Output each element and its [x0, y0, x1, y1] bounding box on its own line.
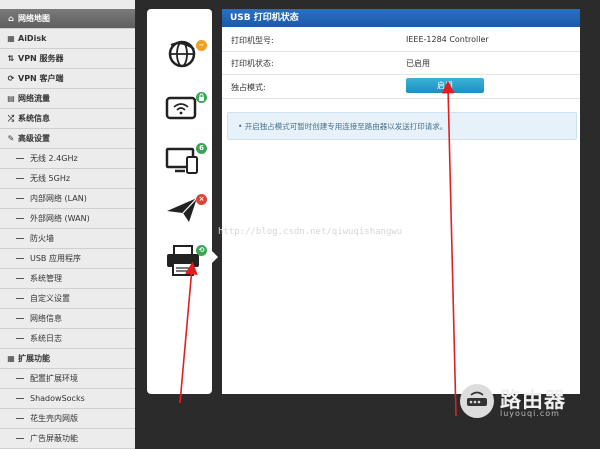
sidebar-item-label: 无线 5GHz	[30, 174, 71, 183]
vpn-server-icon: ⇅	[7, 54, 15, 63]
sidebar-item[interactable]: 自定义设置	[0, 289, 135, 309]
sidebar-item[interactable]: ⇅ VPN 服务器	[0, 49, 135, 69]
exclusive-mode-label: 独占模式:	[231, 83, 266, 92]
sidebar-item-label: AiDisk	[18, 34, 47, 43]
sidebar-item[interactable]: ⌂ 网络地图	[0, 9, 135, 29]
usb-error-badge: ×	[196, 194, 207, 205]
sidebar-item-label: 系统日志	[30, 334, 62, 343]
sidebar-menu: ⌂ 网络地图 ▦ AiDisk ⇅ VPN 服务器 ⟳ VPN 客户端 ▤ 网络流量 ⤮ 系统信息 ✎ 高…	[0, 0, 135, 449]
sidebar-item[interactable]: ▤ 网络流量	[0, 89, 135, 109]
selected-pointer	[211, 250, 218, 264]
sidebar-item-label: 防火墙	[30, 234, 54, 243]
submenu-dash	[16, 178, 24, 179]
sidebar-item-label: 广告屏蔽功能	[30, 434, 78, 443]
enable-exclusive-button[interactable]: 启用	[406, 78, 484, 93]
traffic-icon: ▤	[7, 94, 15, 103]
logo-subtext: luyouqi.com	[500, 409, 560, 418]
info-note: • 开启独占模式可暂时创建专用连接至路由器以发送打印请求。	[227, 112, 577, 140]
internet-globe-icon[interactable]	[165, 37, 199, 71]
sidebar-item-label: VPN 服务器	[18, 54, 64, 63]
sidebar-item[interactable]: ⤮ 系统信息	[0, 109, 135, 129]
sidebar-item-label: 系统管理	[30, 274, 62, 283]
submenu-dash	[16, 318, 24, 319]
printer-model-value: IEEE-1284 Controller	[406, 35, 489, 44]
submenu-dash	[16, 158, 24, 159]
printer-status-row: 打印机状态: 已启用	[222, 52, 580, 75]
printer-status-label: 打印机状态:	[231, 59, 274, 68]
sidebar-item[interactable]: 外部网络 (WAN)	[0, 209, 135, 229]
sidebar-item[interactable]: 内部网络 (LAN)	[0, 189, 135, 209]
submenu-dash	[16, 238, 24, 239]
sidebar-item[interactable]: ⟳ VPN 客户端	[0, 69, 135, 89]
sidebar-item[interactable]: USB 应用程序	[0, 249, 135, 269]
submenu-dash	[16, 278, 24, 279]
sidebar-item[interactable]: 系统管理	[0, 269, 135, 289]
sidebar-item-label: 配置扩展环境	[30, 374, 78, 383]
submenu-dash	[16, 398, 24, 399]
sidebar-item-label: 无线 2.4GHz	[30, 154, 78, 163]
router-logo-icon	[460, 384, 494, 418]
sidebar-item[interactable]: ▦ AiDisk	[0, 29, 135, 49]
sidebar-item-label: 网络流量	[18, 94, 50, 103]
printer-status-badge: ⟲	[196, 245, 207, 256]
sidebar-item[interactable]: 防火墙	[0, 229, 135, 249]
submenu-dash	[16, 378, 24, 379]
sidebar-item-label: VPN 客户端	[18, 74, 64, 83]
sidebar-item[interactable]: 网络信息	[0, 309, 135, 329]
submenu-dash	[16, 338, 24, 339]
submenu-dash	[16, 418, 24, 419]
submenu-dash	[16, 298, 24, 299]
wrench-icon: ✎	[7, 134, 15, 143]
sidebar-item[interactable]: 广告屏蔽功能	[0, 429, 135, 449]
internet-status-badge: −	[196, 40, 207, 51]
submenu-dash	[16, 198, 24, 199]
printer-model-label: 打印机型号:	[231, 36, 274, 45]
submenu-dash	[16, 258, 24, 259]
disk-icon: ▦	[7, 34, 15, 43]
sidebar-item[interactable]: ShadowSocks	[0, 389, 135, 409]
sidebar-item[interactable]: 系统日志	[0, 329, 135, 349]
vpn-client-icon: ⟳	[7, 74, 15, 83]
sidebar-item-label: 高级设置	[18, 134, 50, 143]
printer-status-value: 已启用	[406, 59, 430, 68]
sidebar-item-label: 网络信息	[30, 314, 62, 323]
sidebar-item-label: 扩展功能	[18, 354, 50, 363]
sidebar-item-label: 系统信息	[18, 114, 50, 123]
sidebar-item[interactable]: 配置扩展环境	[0, 369, 135, 389]
home-icon: ⌂	[8, 14, 14, 23]
wireless-tablet-icon[interactable]	[165, 92, 199, 122]
wireless-lock-badge	[196, 92, 207, 103]
printer-model-row: 打印机型号: IEEE-1284 Controller	[222, 29, 580, 52]
sidebar-item[interactable]: ▦ 扩展功能	[0, 349, 135, 369]
submenu-dash	[16, 218, 24, 219]
panel-title: USB 打印机状态	[222, 9, 580, 27]
sidebar-item-label: 外部网络 (WAN)	[30, 214, 90, 223]
sidebar-item[interactable]: ✎ 高级设置	[0, 129, 135, 149]
sidebar-item[interactable]: 无线 2.4GHz	[0, 149, 135, 169]
sidebar-item-label: ShadowSocks	[30, 394, 85, 403]
clients-count-badge: 6	[196, 143, 207, 154]
sidebar-item-label: 花生壳内网版	[30, 414, 78, 423]
grid-icon: ▦	[7, 354, 15, 363]
watermark-text: http://blog.csdn.net/qiwuqishangwu	[218, 227, 403, 237]
sidebar-item-label: 自定义设置	[30, 294, 70, 303]
exclusive-mode-row: 独占模式: 启用	[222, 76, 580, 99]
sidebar-item[interactable]: 花生壳内网版	[0, 409, 135, 429]
submenu-dash	[16, 438, 24, 439]
site-logo: 路由器 luyouqi.com	[460, 384, 590, 420]
usb-printer-panel: USB 打印机状态 打印机型号: IEEE-1284 Controller 打印…	[222, 9, 580, 394]
sidebar-item[interactable]: 无线 5GHz	[0, 169, 135, 189]
sidebar-item-label: 内部网络 (LAN)	[30, 194, 87, 203]
shuffle-icon: ⤮	[7, 114, 15, 123]
sidebar-item-label: 网络地图	[18, 14, 50, 23]
sidebar-item-label: USB 应用程序	[30, 254, 81, 263]
status-icon-strip: − 6 × ⟲	[147, 9, 212, 394]
